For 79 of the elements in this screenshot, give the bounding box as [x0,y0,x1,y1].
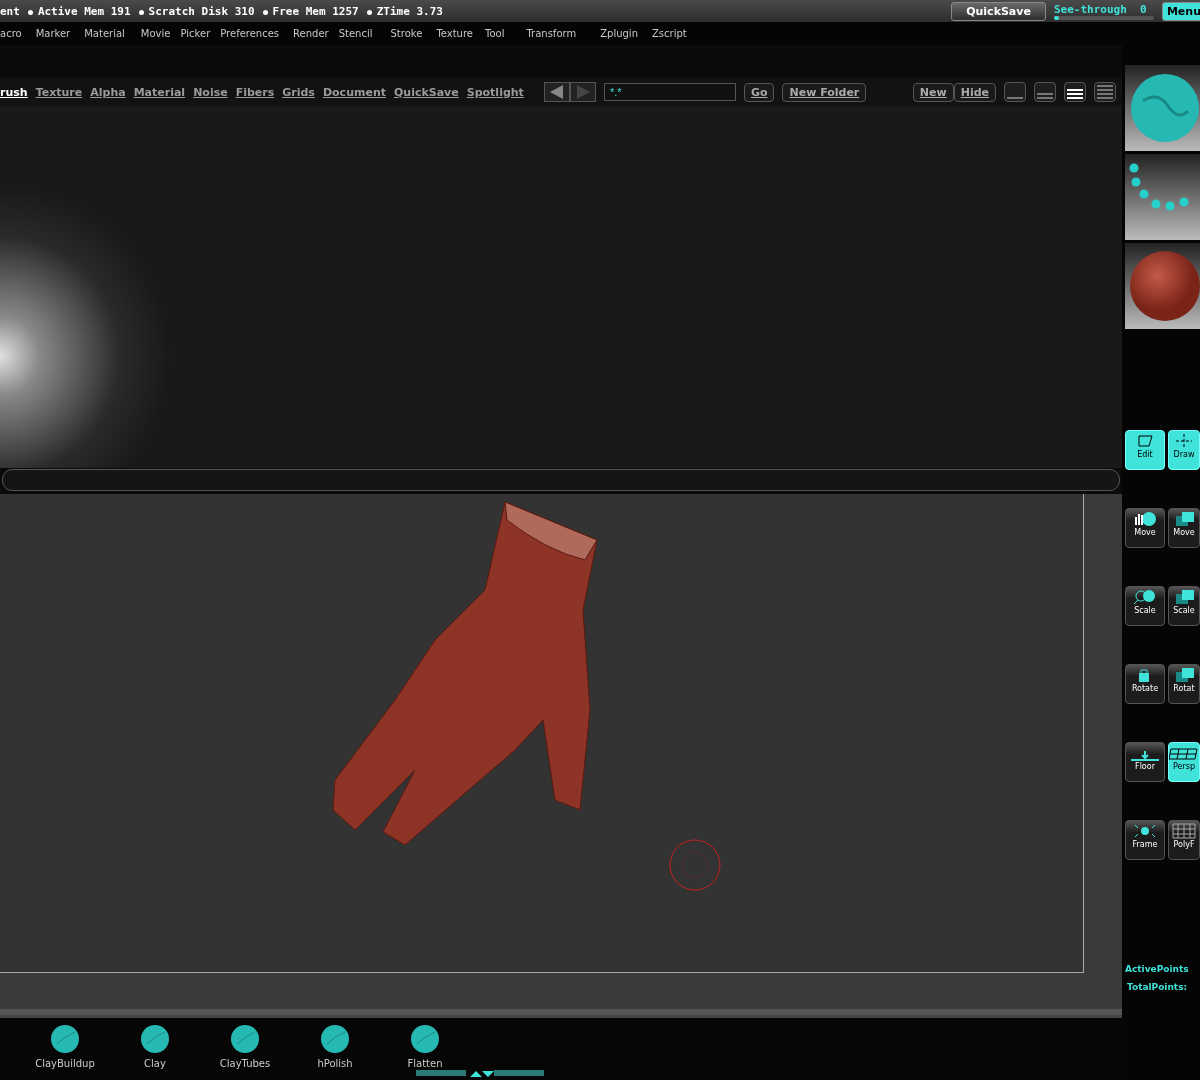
menu-item[interactable]: Picker [180,28,221,39]
memory-stat: Active Mem 191 [27,4,131,18]
scrollbar[interactable] [2,469,1120,491]
brush-button[interactable]: Clay [120,1024,190,1069]
lightbox-tab[interactable]: Alpha [90,85,126,99]
menu-item[interactable]: Render [293,28,339,39]
brush-sphere-icon [1128,71,1200,145]
tool-button[interactable]: Scale [1168,586,1200,626]
right-triangle-icon [575,85,590,99]
menu-item[interactable]: Preferences [220,28,294,39]
menus-button[interactable]: Menu [1161,1,1200,21]
go-button[interactable]: Go [743,82,775,102]
crosshair-icon [1175,433,1193,449]
tool-button[interactable]: Edit [1125,430,1165,470]
lightbox-tab[interactable]: Grids [282,85,315,99]
tool-button[interactable]: Frame [1125,820,1165,860]
brush-sphere-icon [229,1024,261,1054]
material-sphere-icon [1128,249,1200,323]
lightbox-tab[interactable]: Fibers [235,85,275,99]
tool-button[interactable]: Rotate [1125,664,1165,704]
tool-button[interactable]: Persp [1168,742,1200,782]
brush-sphere-icon [409,1024,441,1054]
menu-item[interactable]: Material [84,28,141,39]
menu-item[interactable]: Tool [485,28,527,39]
new-button[interactable]: New [912,82,954,102]
memory-stat: Scratch Disk 310 [138,4,255,18]
brush-sphere-icon [319,1024,351,1054]
brush-button[interactable]: hPolish [300,1024,370,1069]
points-label: ActivePoints [1125,964,1190,974]
see-through-slider[interactable] [1053,15,1154,20]
layout-button[interactable] [1064,82,1086,102]
points-label: TotalPoints: [1126,982,1189,992]
lightbox-tab[interactable]: Spotlight [466,85,524,99]
magnifier-icon [1133,589,1157,605]
hide-button[interactable]: Hide [953,82,996,102]
see-through-label: See-through 0 [1053,2,1148,16]
memory-stat: ZTime 3.73 [366,4,443,18]
menu-item[interactable]: Stencil [338,28,391,39]
preview-thumbnail[interactable] [1125,65,1200,151]
memory-stat: Free Mem 1257 [262,4,359,18]
tool-button[interactable]: Floor [1125,742,1165,782]
brush-button[interactable]: ClayBuildup [30,1024,100,1069]
window-title: ent [0,4,20,18]
quicksave-button[interactable]: QuickSave [951,1,1046,21]
path-field[interactable]: *.* [603,83,736,101]
new-folder-button[interactable]: New Folder [782,82,867,102]
tool-button[interactable]: Rotat [1168,664,1200,704]
menu-item[interactable]: Stroke [390,28,437,39]
brush-button[interactable]: ClayTubes [210,1024,280,1069]
tool-button[interactable]: Move [1168,508,1200,548]
menu-item[interactable]: Zscript [651,28,687,39]
menu-item[interactable]: acro [0,28,36,39]
tool-button[interactable]: Move [1125,508,1165,548]
brush-sphere-icon [139,1024,171,1054]
preview-thumbnail[interactable] [1125,243,1200,329]
lightbox-tab[interactable]: Material [133,85,186,99]
brush-sphere-icon [49,1024,81,1054]
menu-item[interactable]: Transform [526,28,601,39]
grid-icon [1172,823,1196,839]
box-corners-icon [1136,433,1154,449]
menu-item[interactable]: Texture [436,28,485,39]
menu-item[interactable]: Movie [140,28,181,39]
menu-item[interactable]: Zplugin [600,28,652,39]
preview-thumbnail[interactable] [1125,154,1200,240]
menu-item[interactable]: Marker [35,28,85,39]
brush-cursor-icon [668,838,722,892]
lightbox-tab[interactable]: Texture [35,85,83,99]
tool-button[interactable]: Scale [1125,586,1165,626]
tool-button[interactable]: PolyF [1168,820,1200,860]
lightbox-tab[interactable]: QuickSave [394,85,459,99]
shelf-scroll-icon [416,1069,544,1077]
lightbox-tab[interactable]: rush [0,85,28,99]
left-triangle-icon [549,85,564,99]
frame-icon [1133,823,1157,839]
previous-button[interactable] [543,82,570,102]
brush-button[interactable]: Flatten [390,1024,460,1069]
lightbox-tab[interactable]: Noise [193,85,228,99]
tool-button[interactable]: Draw [1168,430,1200,470]
lightbox-tab[interactable]: Document [322,85,386,99]
